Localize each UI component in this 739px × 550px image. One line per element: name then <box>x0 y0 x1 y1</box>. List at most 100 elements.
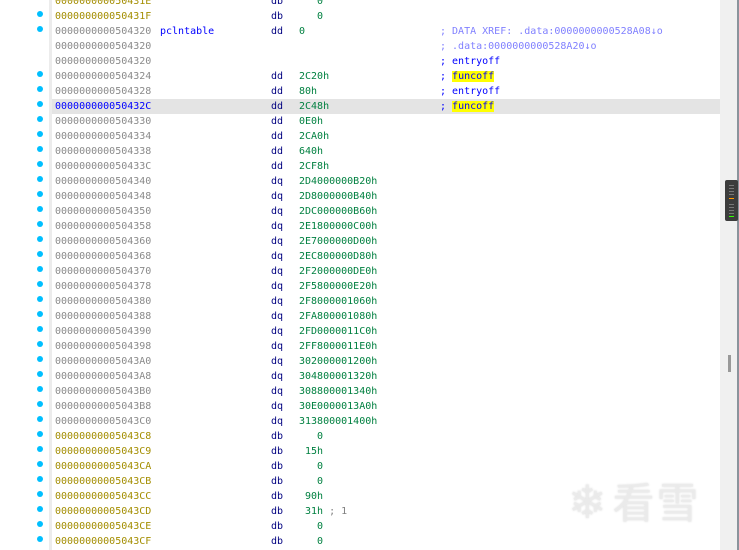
listing-row[interactable]: 0000000000504378 dq 2F5800000E20h <box>52 279 720 294</box>
breakpoint-dot-icon[interactable] <box>37 71 43 77</box>
breakpoint-dot-icon[interactable] <box>37 491 43 497</box>
address[interactable]: 0000000000504334 <box>55 129 151 144</box>
address[interactable]: 00000000005043C0 <box>55 414 151 429</box>
breakpoint-dot-icon[interactable] <box>37 506 43 512</box>
operand[interactable]: 0 <box>299 24 305 39</box>
breakpoint-dot-icon[interactable] <box>37 161 43 167</box>
breakpoint-dot-icon[interactable] <box>37 281 43 287</box>
breakpoint-dot-icon[interactable] <box>37 176 43 182</box>
operand[interactable]: 0 <box>299 9 323 24</box>
operand[interactable]: 2F8000001060h <box>299 294 377 309</box>
operand[interactable]: 313800001400h <box>299 414 377 429</box>
breakpoint-dot-icon[interactable] <box>37 266 43 272</box>
listing-row[interactable]: 00000000005043C8 db 0 <box>52 429 720 444</box>
operand[interactable]: 90h <box>299 489 323 504</box>
listing-row[interactable]: 00000000005043A8 dq 304800001320h <box>52 369 720 384</box>
listing-row[interactable]: 0000000000504360 dq 2E7000000D00h <box>52 234 720 249</box>
breakpoint-dot-icon[interactable] <box>37 131 43 137</box>
breakpoint-dot-icon[interactable] <box>37 461 43 467</box>
listing-row[interactable]: 0000000000504380 dq 2F8000001060h <box>52 294 720 309</box>
breakpoint-dot-icon[interactable] <box>37 101 43 107</box>
listing-row[interactable]: 00000000005043A0 dq 302000001200h <box>52 354 720 369</box>
operand[interactable]: 0E0h <box>299 114 323 129</box>
operand[interactable]: 304800001320h <box>299 369 377 384</box>
address[interactable]: 0000000000504380 <box>55 294 151 309</box>
breakpoint-dot-icon[interactable] <box>37 446 43 452</box>
operand[interactable]: 2E1800000C00h <box>299 219 377 234</box>
address[interactable]: 0000000000504328 <box>55 84 151 99</box>
listing-row[interactable]: 0000000000504368 dq 2EC800000D80h <box>52 249 720 264</box>
address[interactable]: 0000000000504330 <box>55 114 151 129</box>
breakpoint-dot-icon[interactable] <box>37 236 43 242</box>
operand[interactable]: 2FA800001080h <box>299 309 377 324</box>
listing-row[interactable]: 0000000000504320 pclntable dd 0 ; DATA XREF:… <box>52 24 720 39</box>
listing-row[interactable]: 0000000000504390 dq 2FD0000011C0h <box>52 324 720 339</box>
breakpoint-dot-icon[interactable] <box>37 221 43 227</box>
breakpoint-dot-icon[interactable] <box>37 146 43 152</box>
address[interactable]: 00000000005043C9 <box>55 444 151 459</box>
address[interactable]: 0000000000504338 <box>55 144 151 159</box>
listing-row[interactable]: 0000000000504350 dq 2DC000000B60h <box>52 204 720 219</box>
operand[interactable]: 80h <box>299 84 317 99</box>
listing-row[interactable]: 00000000005043B8 dq 30E0000013A0h <box>52 399 720 414</box>
breakpoint-dot-icon[interactable] <box>37 476 43 482</box>
operand[interactable]: 0 <box>299 519 323 534</box>
address[interactable]: 00000000005043B0 <box>55 384 151 399</box>
operand[interactable]: 15h <box>299 444 323 459</box>
operand[interactable]: 0 <box>299 459 323 474</box>
listing-row[interactable]: 00000000005043C0 dq 313800001400h <box>52 414 720 429</box>
listing-row[interactable]: 000000000050432C dd 2C48h; funcoff <box>52 99 720 114</box>
breakpoint-dot-icon[interactable] <box>37 251 43 257</box>
listing-row[interactable]: 0000000000504330 dd 0E0h <box>52 114 720 129</box>
breakpoint-dot-icon[interactable] <box>37 326 43 332</box>
operand[interactable]: 2CF8h <box>299 159 329 174</box>
operand[interactable]: 2D4000000B20h <box>299 174 377 189</box>
address[interactable]: 00000000005043CD <box>55 504 151 519</box>
address[interactable]: 0000000000504340 <box>55 174 151 189</box>
address[interactable]: 000000000050433C <box>55 159 151 174</box>
listing-row[interactable]: 000000000050431E db 0 <box>52 0 720 9</box>
listing-row[interactable]: 00000000005043C9 db 15h <box>52 444 720 459</box>
address[interactable]: 00000000005043CE <box>55 519 151 534</box>
address[interactable]: 00000000005043CA <box>55 459 151 474</box>
operand[interactable]: 308800001340h <box>299 384 377 399</box>
address[interactable]: 0000000000504370 <box>55 264 151 279</box>
operand[interactable]: 2EC800000D80h <box>299 249 377 264</box>
listing-row[interactable]: 00000000005043B0 dq 308800001340h <box>52 384 720 399</box>
breakpoint-dot-icon[interactable] <box>37 341 43 347</box>
breakpoint-dot-icon[interactable] <box>37 26 43 32</box>
scrollbar-thumb[interactable] <box>728 355 731 372</box>
operand[interactable]: 2F5800000E20h <box>299 279 377 294</box>
xref-comment[interactable]: ; .data:0000000000528A20↓o <box>440 39 597 54</box>
address[interactable]: 0000000000504350 <box>55 204 151 219</box>
xref-comment[interactable]: ; DATA XREF: .data:0000000000528A08↓o <box>440 24 663 39</box>
address[interactable]: 0000000000504348 <box>55 189 151 204</box>
address[interactable]: 00000000005043A8 <box>55 369 151 384</box>
breakpoint-dot-icon[interactable] <box>37 11 43 17</box>
breakpoint-dot-icon[interactable] <box>37 416 43 422</box>
listing-row[interactable]: 00000000005043CF db 0 <box>52 534 720 549</box>
address[interactable]: 0000000000504320 <box>55 54 151 69</box>
address[interactable]: 0000000000504320 <box>55 39 151 54</box>
breakpoint-dot-icon[interactable] <box>37 401 43 407</box>
listing-row[interactable]: 0000000000504340 dq 2D4000000B20h <box>52 174 720 189</box>
operand[interactable]: 2E7000000D00h <box>299 234 377 249</box>
address[interactable]: 00000000005043C8 <box>55 429 151 444</box>
operand[interactable]: 0 <box>299 534 323 549</box>
address[interactable]: 000000000050432C <box>55 99 151 114</box>
listing-row[interactable]: 000000000050433C dd 2CF8h <box>52 159 720 174</box>
listing-row[interactable]: 0000000000504328 dd 80h ; entryoff <box>52 84 720 99</box>
breakpoint-gutter[interactable] <box>0 0 50 550</box>
operand[interactable]: 2C20h <box>299 69 329 84</box>
listing-row[interactable]: 000000000050431F db 0 <box>52 9 720 24</box>
address[interactable]: 000000000050431E <box>55 0 151 9</box>
listing-row[interactable]: 0000000000504320 ; .data:0000000000528A20… <box>52 39 720 54</box>
operand[interactable]: 302000001200h <box>299 354 377 369</box>
disassembly-listing[interactable]: 000000000050431E db 0 000000000050431F db 0… <box>52 0 720 549</box>
breakpoint-dot-icon[interactable] <box>37 311 43 317</box>
breakpoint-dot-icon[interactable] <box>37 371 43 377</box>
address[interactable]: 0000000000504324 <box>55 69 151 84</box>
operand[interactable]: 0 <box>299 474 323 489</box>
address[interactable]: 00000000005043B8 <box>55 399 151 414</box>
address[interactable]: 000000000050431F <box>55 9 151 24</box>
